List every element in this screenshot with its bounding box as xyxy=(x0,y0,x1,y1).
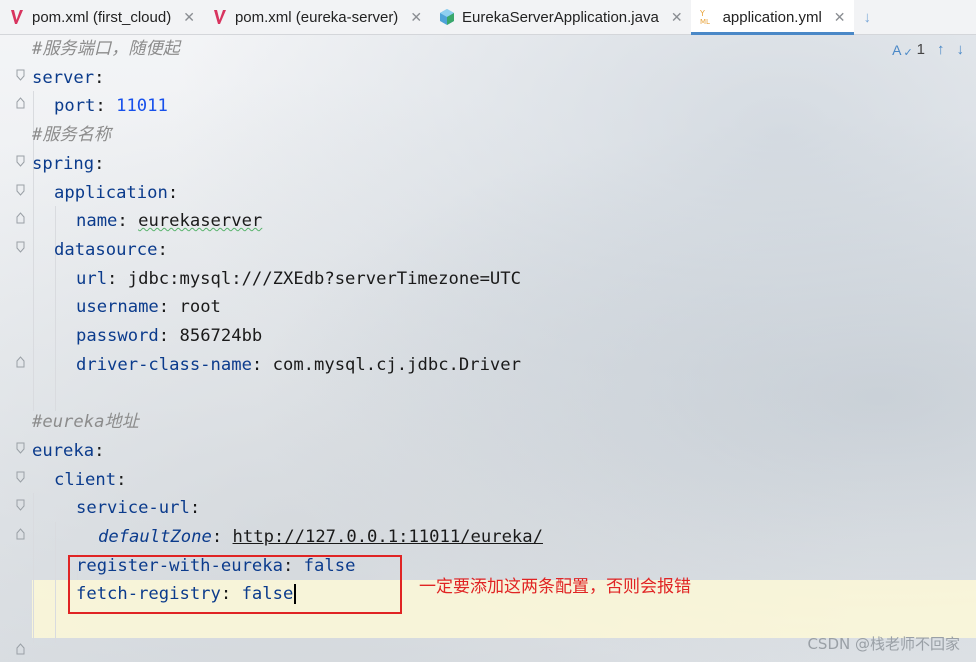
code-line: username: root xyxy=(76,297,221,318)
code-line: server: xyxy=(32,67,105,88)
url-link[interactable]: http://127.0.0.1:11011/eureka/ xyxy=(233,527,543,547)
close-icon[interactable]: ✕ xyxy=(183,9,195,26)
yaml-key: client xyxy=(54,469,117,490)
fold-icon[interactable] xyxy=(16,69,25,81)
fold-icon[interactable] xyxy=(16,471,25,483)
code-line: password: 856724bb xyxy=(76,326,263,346)
yaml-key: name xyxy=(76,211,118,232)
yaml-value: 11011 xyxy=(116,96,168,117)
yaml-key: application xyxy=(54,182,168,203)
yaml-key: driver-class-name xyxy=(76,354,252,375)
tab-label: pom.xml (eureka-server) xyxy=(234,8,399,26)
code-line: defaultZone: http://127.0.0.1:11011/eure… xyxy=(98,526,543,547)
fold-icon[interactable] xyxy=(16,212,25,224)
close-icon[interactable]: ✕ xyxy=(410,9,422,26)
tab-pom-eureka-server[interactable]: pom.xml (eureka-server) ✕ xyxy=(203,0,430,34)
yaml-key: url xyxy=(76,268,108,289)
yaml-value: eurekaserver xyxy=(138,211,263,232)
yaml-key: server xyxy=(32,67,95,88)
code-line: url: jdbc:mysql:///ZXEdb?serverTimezone=… xyxy=(76,268,521,289)
code-line: eureka: xyxy=(32,440,105,461)
yaml-value: jdbc:mysql:///ZXEdb?serverTimezone=UTC xyxy=(127,268,521,289)
watermark: CSDN @栈老师不回家 xyxy=(807,635,960,653)
yaml-value: 856724bb xyxy=(179,326,263,346)
yaml-key: eureka xyxy=(32,440,95,461)
yaml-key: port xyxy=(54,96,96,117)
yaml-key: defaultZone xyxy=(98,526,212,547)
fold-icon[interactable] xyxy=(16,643,25,655)
code-line: #服务端口，随便起 xyxy=(32,39,180,59)
tab-eureka-server-application[interactable]: EurekaServerApplication.java ✕ xyxy=(430,0,691,34)
code-line: application: xyxy=(54,182,179,203)
svg-text:ML: ML xyxy=(700,18,710,26)
close-icon[interactable]: ✕ xyxy=(671,9,683,26)
code-line: client: xyxy=(54,469,127,490)
yaml-icon: Y ML xyxy=(699,8,717,26)
svg-text:Y: Y xyxy=(699,9,705,18)
yaml-key: service-url xyxy=(76,498,190,519)
close-icon[interactable]: ✕ xyxy=(834,9,846,26)
code-line: #eureka地址 xyxy=(32,412,139,433)
editor-tab-bar: pom.xml (first_cloud) ✕ pom.xml (eureka-… xyxy=(0,0,976,35)
fold-icon[interactable] xyxy=(16,241,25,253)
java-class-icon xyxy=(438,8,456,26)
maven-icon xyxy=(8,8,26,26)
tab-label: application.yml xyxy=(722,8,822,26)
editor-gutter xyxy=(0,35,30,662)
yaml-key: datasource xyxy=(54,239,158,260)
indent-guide xyxy=(33,493,34,643)
fold-icon[interactable] xyxy=(16,528,25,540)
fold-icon[interactable] xyxy=(16,97,25,109)
maven-icon xyxy=(211,8,229,26)
yaml-key: username xyxy=(76,297,159,318)
yaml-value: root xyxy=(179,297,221,318)
tab-label: EurekaServerApplication.java xyxy=(462,8,659,26)
arrow-down-icon[interactable]: ↓ xyxy=(854,0,882,34)
annotation-text: 一定要添加这两条配置，否则会报错 xyxy=(419,577,691,597)
code-line: port: 11011 xyxy=(54,96,168,117)
tab-label: pom.xml (first_cloud) xyxy=(32,8,172,26)
highlight-box xyxy=(68,555,402,614)
code-line: #服务名称 xyxy=(32,125,112,146)
yaml-value: com.mysql.cj.jdbc.Driver xyxy=(272,354,521,375)
code-line: name: eurekaserver xyxy=(76,211,263,232)
fold-icon[interactable] xyxy=(16,499,25,511)
code-line: driver-class-name: com.mysql.cj.jdbc.Dri… xyxy=(76,354,521,375)
tab-pom-first-cloud[interactable]: pom.xml (first_cloud) ✕ xyxy=(0,0,203,34)
fold-icon[interactable] xyxy=(16,442,25,454)
fold-icon[interactable] xyxy=(16,155,25,167)
fold-icon[interactable] xyxy=(16,356,25,368)
tab-application-yml[interactable]: Y ML application.yml ✕ xyxy=(690,0,854,35)
code-line: service-url: xyxy=(76,498,201,519)
indent-guide xyxy=(55,522,56,643)
yaml-key: password xyxy=(76,326,159,346)
code-line: datasource: xyxy=(54,239,168,260)
fold-icon[interactable] xyxy=(16,184,25,196)
yaml-key: spring xyxy=(32,153,95,174)
code-line: spring: xyxy=(32,153,105,174)
